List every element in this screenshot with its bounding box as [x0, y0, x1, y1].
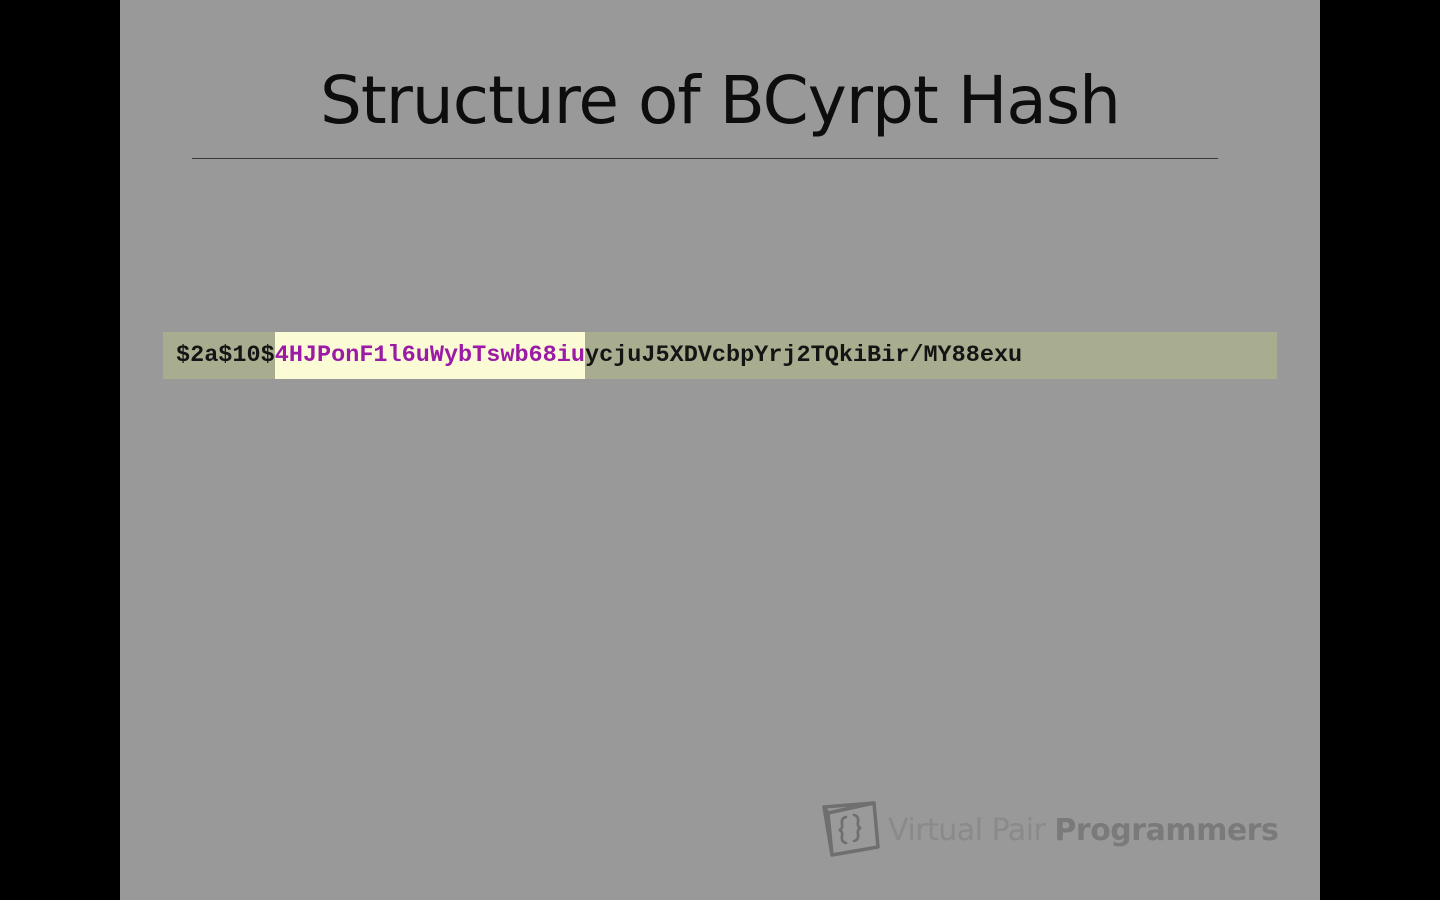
logo-word-bold: Programmers — [1054, 812, 1279, 848]
brackets-window-icon — [822, 801, 880, 857]
title-divider — [192, 158, 1218, 159]
logo-wordmark: Virtual Pair Programmers — [888, 812, 1279, 848]
logo-word-light: Virtual Pair — [888, 812, 1055, 848]
hash-prefix: $2a$10$ — [176, 342, 275, 369]
slide: Structure of BCyrpt Hash $2a$10$4HJPonF1… — [120, 0, 1320, 900]
video-frame: Structure of BCyrpt Hash $2a$10$4HJPonF1… — [0, 0, 1440, 900]
bcrypt-hash-string: $2a$10$4HJPonF1l6uWybTswb68iuycjuJ5XDVcb… — [176, 332, 1022, 379]
hash-salt: 4HJPonF1l6uWybTswb68iu — [274, 332, 585, 379]
slide-title: Structure of BCyrpt Hash — [319, 62, 1121, 139]
hash-digest: ycjuJ5XDVcbpYrj2TQkiBir/MY88exu — [584, 342, 1023, 369]
vpp-logo: Virtual Pair Programmers — [820, 800, 1279, 860]
